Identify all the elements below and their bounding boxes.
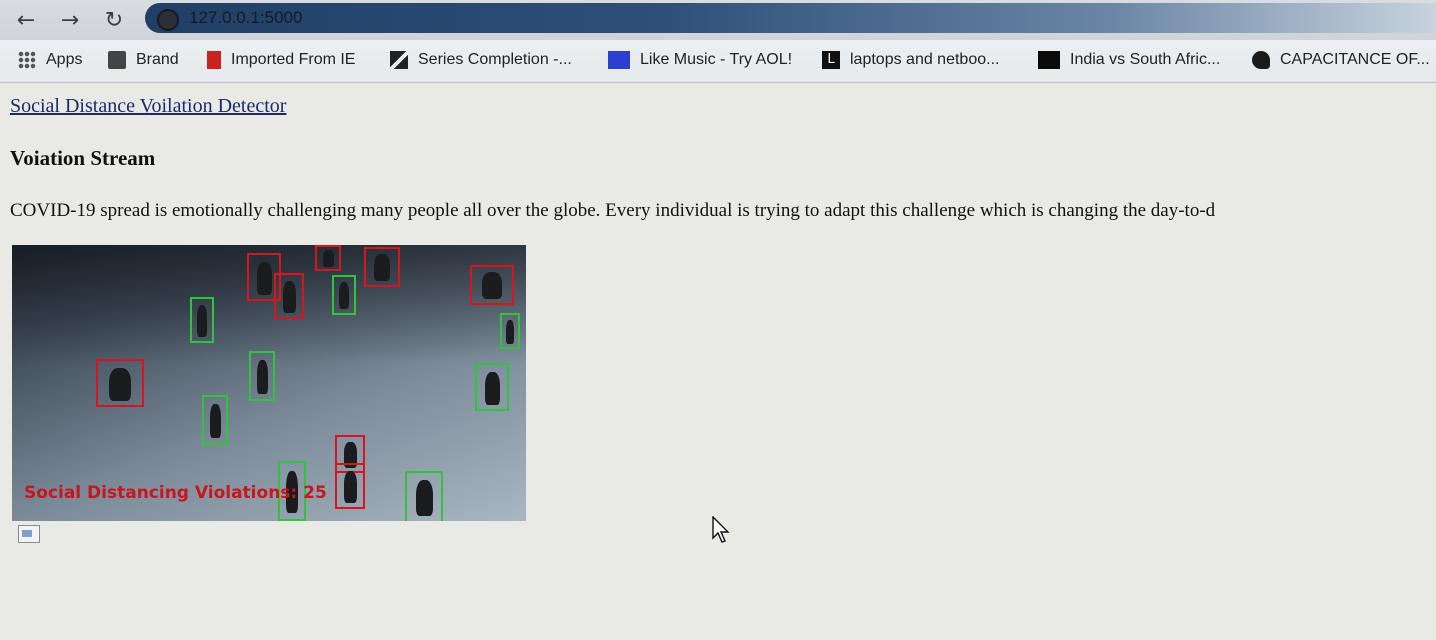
bookmark-laptops[interactable]: L laptops and netboo... [822, 49, 999, 71]
browser-toolbar: ← → ↻ 127.0.0.1:5000 [0, 0, 1436, 40]
black-square-icon [1038, 51, 1060, 69]
violation-stream-video: Social Distancing Violations: 25 [12, 245, 526, 521]
bookmark-label: CAPACITANCE OF... [1280, 51, 1430, 68]
violation-box [274, 273, 304, 319]
bookmark-label: India vs South Afric... [1070, 51, 1221, 68]
brand-icon [108, 51, 126, 69]
intro-paragraph: COVID-19 spread is emotionally challengi… [10, 200, 1216, 221]
bookmark-label: Apps [46, 51, 83, 68]
violation-box [315, 245, 341, 271]
folder-red-icon [207, 51, 221, 69]
bookmarks-bar: Apps Brand Imported From IE Series Compl… [0, 40, 1436, 83]
safe-box [202, 395, 228, 445]
bookmark-label: Like Music - Try AOL! [640, 51, 793, 68]
violation-box [335, 463, 365, 509]
safe-box [190, 297, 214, 343]
bookmark-label: Series Completion -... [418, 51, 572, 68]
bookmark-capacitance[interactable]: CAPACITANCE OF... [1252, 49, 1430, 71]
bookmark-imported-from-ie[interactable]: Imported From IE [207, 49, 355, 71]
bookmark-apps[interactable]: Apps [18, 49, 82, 71]
safe-box [332, 275, 356, 315]
bookmark-aol[interactable]: Like Music - Try AOL! [608, 49, 792, 71]
address-bar[interactable]: 127.0.0.1:5000 [145, 3, 1436, 33]
apps-grid-icon [18, 51, 36, 69]
forward-arrow-icon[interactable]: → [56, 6, 84, 34]
bookmark-label: Imported From IE [231, 51, 356, 68]
safe-box [405, 471, 443, 521]
site-info-icon[interactable] [157, 9, 179, 31]
bookmark-series-completion[interactable]: Series Completion -... [390, 49, 572, 71]
detector-home-link[interactable]: Social Distance Voilation Detector [10, 95, 286, 118]
violation-count-overlay: Social Distancing Violations: 25 [24, 483, 327, 503]
bookmark-label: Brand [136, 51, 179, 68]
back-arrow-icon[interactable]: ← [12, 6, 40, 34]
bookmark-india-vs-south-africa[interactable]: India vs South Afric... [1038, 49, 1220, 71]
reload-icon[interactable]: ↻ [100, 6, 128, 34]
bookmark-label: laptops and netboo... [850, 51, 1000, 68]
aol-icon [608, 51, 630, 69]
page-heading: Voiation Stream [10, 146, 156, 170]
url-text[interactable]: 127.0.0.1:5000 [189, 8, 302, 28]
leaf-icon [1252, 51, 1270, 69]
violation-box [96, 359, 144, 407]
l-letter-icon: L [822, 51, 840, 69]
safe-box [249, 351, 275, 401]
safe-box [500, 313, 520, 349]
safe-box [475, 363, 509, 411]
series-icon [390, 51, 408, 69]
broken-image-icon [18, 525, 40, 543]
violation-box [470, 265, 514, 305]
violation-box [364, 247, 400, 287]
page-content: Social Distance Voilation Detector Voiat… [0, 83, 1436, 640]
bookmark-brand[interactable]: Brand [108, 49, 179, 71]
